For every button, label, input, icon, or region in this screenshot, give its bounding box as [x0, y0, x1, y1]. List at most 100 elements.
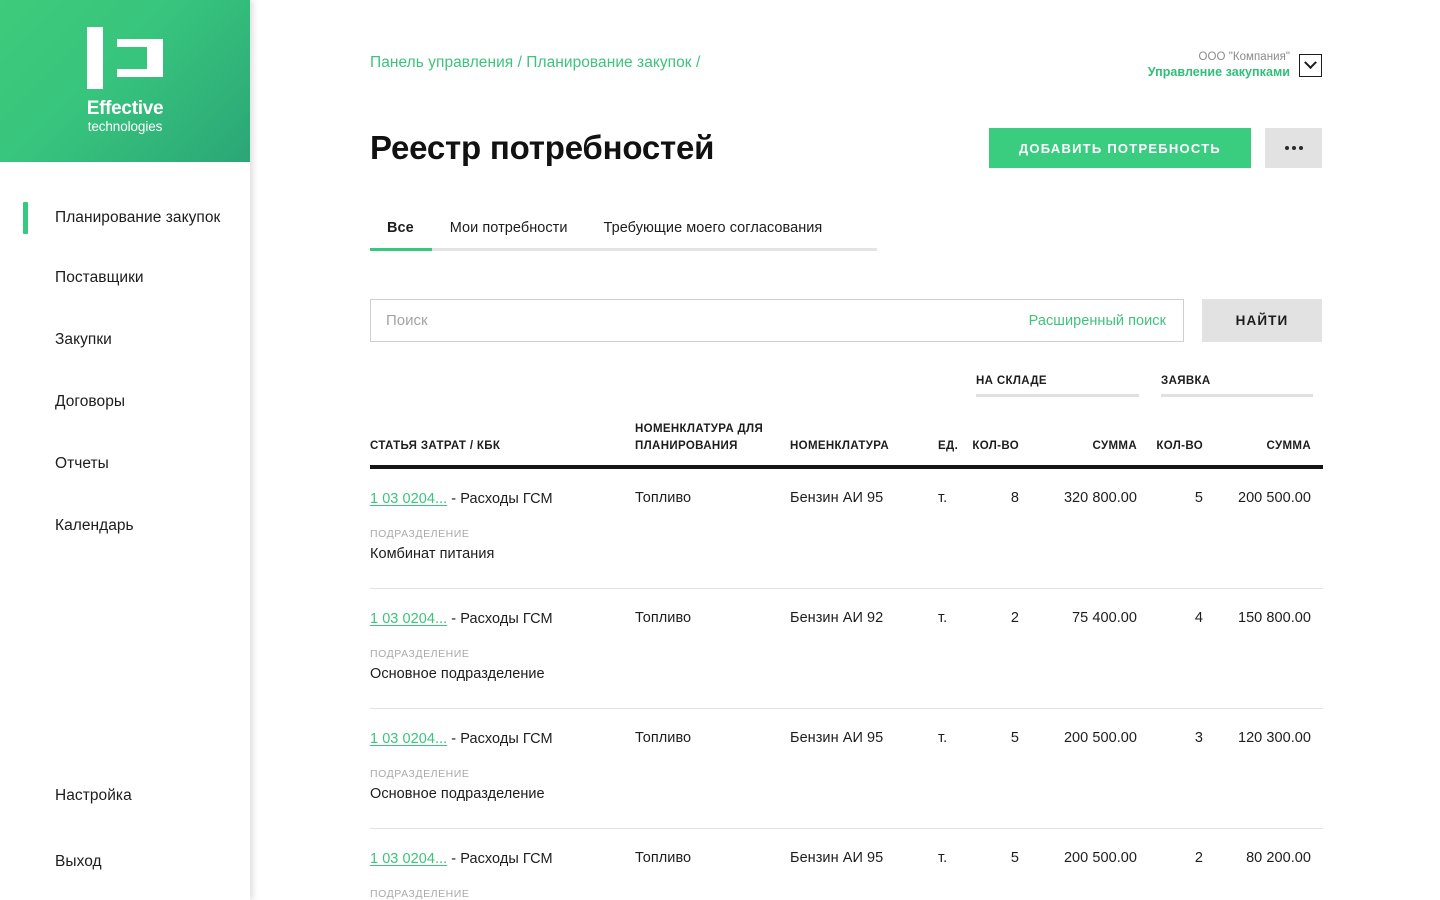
page-title: Реестр потребностей [370, 129, 715, 166]
cell-nomenclature: Бензин АИ 95 [790, 849, 884, 866]
app-root: Effective technologies Планирование заку… [0, 0, 1440, 900]
group-header-label: НА СКЛАДЕ [976, 375, 1047, 387]
kbk-link[interactable]: 1 03 0204... [370, 731, 447, 747]
cell-stock-qty: 5 [1010, 849, 1019, 866]
column-header-request-qty[interactable]: КОЛ-ВО [1149, 403, 1216, 470]
group-header-rule [976, 394, 1140, 397]
cell-request-sum: 150 800.00 [1215, 588, 1324, 710]
column-header-unit[interactable]: ЕД. [926, 403, 964, 470]
sidebar-item-label: Отчеты [55, 455, 109, 472]
cell-stock-sum: 200 500.00 [1031, 708, 1150, 829]
column-header-stock-sum[interactable]: СУММА [1031, 403, 1150, 470]
tab-label: Требующие моего согласования [603, 220, 823, 236]
group-header-label: ЗАЯВКА [1161, 375, 1211, 387]
table-group-header-row: НА СКЛАДЕ ЗАЯВКА [370, 375, 1323, 403]
advanced-search-link[interactable]: Расширенный поиск [1029, 313, 1166, 329]
sidebar-item-label: Выход [55, 853, 102, 870]
division-value: Основное подразделение [370, 666, 545, 683]
column-header-nomenclature-plan[interactable]: НОМЕНКЛАТУРА ДЛЯ ПЛАНИРОВАНИЯ [623, 403, 778, 470]
division-value: Комбинат питания [370, 546, 495, 563]
brand-header: Effective technologies [0, 0, 250, 162]
cell-kbk: 1 03 0204... - Расходы ГСМ ПОДРАЗДЕЛЕНИЕ… [370, 588, 623, 710]
cell-nomenclature: Бензин АИ 95 [778, 708, 926, 829]
add-requirement-button[interactable]: ДОБАВИТЬ ПОТРЕБНОСТЬ [988, 128, 1251, 168]
kbk-description: - Расходы ГСМ [447, 731, 553, 748]
table-row[interactable]: 1 03 0204... - Расходы ГСМ ПОДРАЗДЕЛЕНИЕ… [370, 708, 1324, 829]
page-header: Реестр потребностей ДОБАВИТЬ ПОТРЕБНОСТЬ [370, 128, 1322, 168]
cell-request-qty: 5 [1149, 467, 1216, 590]
page-actions: ДОБАВИТЬ ПОТРЕБНОСТЬ [988, 128, 1322, 168]
table-header-row: СТАТЬЯ ЗАТРАТ / КБК НОМЕНКЛАТУРА ДЛЯ ПЛА… [370, 403, 1324, 470]
sidebar-item-vyhod[interactable]: Выход [0, 842, 250, 882]
kbk-link[interactable]: 1 03 0204... [370, 491, 447, 507]
cell-request-sum: 120 300.00 [1215, 708, 1324, 829]
account-switcher[interactable]: ООО "Компания" Управление закупками [1148, 50, 1322, 81]
division-label: ПОДРАЗДЕЛЕНИЕ [370, 648, 470, 661]
cell-stock-qty: 2 [964, 588, 1031, 710]
group-header-na-sklade: НА СКЛАДЕ [964, 375, 1149, 403]
cell-stock-sum: 320 800.00 [1031, 467, 1150, 590]
effective-technologies-logo-icon [87, 27, 163, 90]
search-input[interactable] [386, 312, 1029, 329]
account-info: ООО "Компания" Управление закупками [1148, 50, 1290, 81]
cell-stock-qty: 5 [964, 708, 1031, 829]
sidebar-item-label: Планирование закупок [55, 209, 221, 226]
cell-request-sum: 80 200.00 [1246, 849, 1312, 866]
sidebar-item-kalendar[interactable]: Календарь [0, 506, 250, 546]
kbk-description: - Расходы ГСМ [447, 850, 553, 867]
search-field[interactable]: Расширенный поиск [370, 299, 1184, 342]
kbk-description: - Расходы ГСМ [447, 611, 553, 628]
cell-nomenclature-plan: Топливо [635, 849, 692, 866]
table-row[interactable]: 1 03 0204... - Расходы ГСМ ПОДРАЗДЕЛЕНИЕ… [370, 588, 1324, 710]
cell-kbk: 1 03 0204... - Расходы ГСМ ПОДРАЗДЕЛЕНИЕ [370, 828, 623, 900]
column-header-stock-qty[interactable]: КОЛ-ВО [964, 403, 1031, 470]
cell-nomenclature: Бензин АИ 92 [778, 588, 926, 710]
sidebar-item-dogovory[interactable]: Договоры [0, 382, 250, 422]
cell-nomenclature: Бензин АИ 95 [778, 467, 926, 590]
cell-request-sum: 200 500.00 [1215, 467, 1324, 590]
table-head: НА СКЛАДЕ ЗАЯВКА СТАТЬЯ ЗАТРАТ / КБК НОМ… [370, 375, 1324, 470]
tab-moi-potrebnosti[interactable]: Мои потребности [432, 220, 586, 248]
tabs: Все Мои потребности Требующие моего согл… [370, 220, 877, 251]
sidebar-item-postavshchiki[interactable]: Поставщики [0, 258, 250, 298]
column-header-nomenclature[interactable]: НОМЕНКЛАТУРА [778, 403, 926, 470]
cell-stock-sum: 75 400.00 [1031, 588, 1150, 710]
table-row[interactable]: 1 03 0204... - Расходы ГСМ ПОДРАЗДЕЛЕНИЕ… [370, 467, 1324, 590]
chevron-down-icon[interactable] [1299, 54, 1322, 77]
requirements-table-wrapper: НА СКЛАДЕ ЗАЯВКА СТАТЬЯ ЗАТРАТ / КБК НОМ… [370, 375, 1324, 900]
group-header-rule [1161, 394, 1314, 397]
table-row[interactable]: 1 03 0204... - Расходы ГСМ ПОДРАЗДЕЛЕНИЕ… [370, 828, 1323, 900]
sidebar-nav-secondary: Настройка Выход [0, 776, 250, 900]
kbk-link[interactable]: 1 03 0204... [370, 851, 447, 867]
cell-unit: т. [938, 849, 948, 866]
cell-unit: т. [926, 467, 964, 590]
sidebar-item-planirovanie-zakupok[interactable]: Планирование закупок [0, 198, 250, 238]
cell-request-qty: 3 [1149, 708, 1216, 829]
find-button[interactable]: НАЙТИ [1202, 299, 1322, 342]
cell-nomenclature-plan: Топливо [623, 588, 778, 710]
group-header-zayavka: ЗАЯВКА [1149, 375, 1323, 403]
sidebar-item-otchety[interactable]: Отчеты [0, 444, 250, 484]
sidebar-item-label: Закупки [55, 331, 112, 348]
division-label: ПОДРАЗДЕЛЕНИЕ [370, 767, 470, 780]
division-label: ПОДРАЗДЕЛЕНИЕ [370, 528, 470, 541]
column-header-kbk[interactable]: СТАТЬЯ ЗАТРАТ / КБК [370, 403, 623, 470]
ellipsis-icon[interactable] [1265, 128, 1322, 168]
sidebar-item-nastroyka[interactable]: Настройка [0, 776, 250, 816]
cell-request-qty: 4 [1149, 588, 1216, 710]
breadcrumb[interactable]: Панель управления / Планирование закупок… [370, 50, 700, 72]
tab-trebuyushchie-soglasovaniya[interactable]: Требующие моего согласования [586, 220, 841, 248]
group-header-blank [370, 375, 964, 403]
brand-wordmark: Effective technologies [87, 99, 164, 134]
sidebar-item-zakupki[interactable]: Закупки [0, 320, 250, 360]
sidebar-item-label: Настройка [55, 787, 132, 804]
top-bar: Панель управления / Планирование закупок… [370, 0, 1322, 81]
kbk-description: - Расходы ГСМ [447, 491, 553, 508]
column-header-request-sum[interactable]: СУММА [1215, 403, 1324, 470]
tab-vse[interactable]: Все [370, 220, 432, 251]
cell-stock-qty: 8 [964, 467, 1031, 590]
kbk-link[interactable]: 1 03 0204... [370, 611, 447, 627]
cell-stock-sum: 200 500.00 [1063, 849, 1138, 866]
division-value: Основное подразделение [370, 785, 545, 802]
account-company-name: ООО "Компания" [1198, 51, 1290, 63]
